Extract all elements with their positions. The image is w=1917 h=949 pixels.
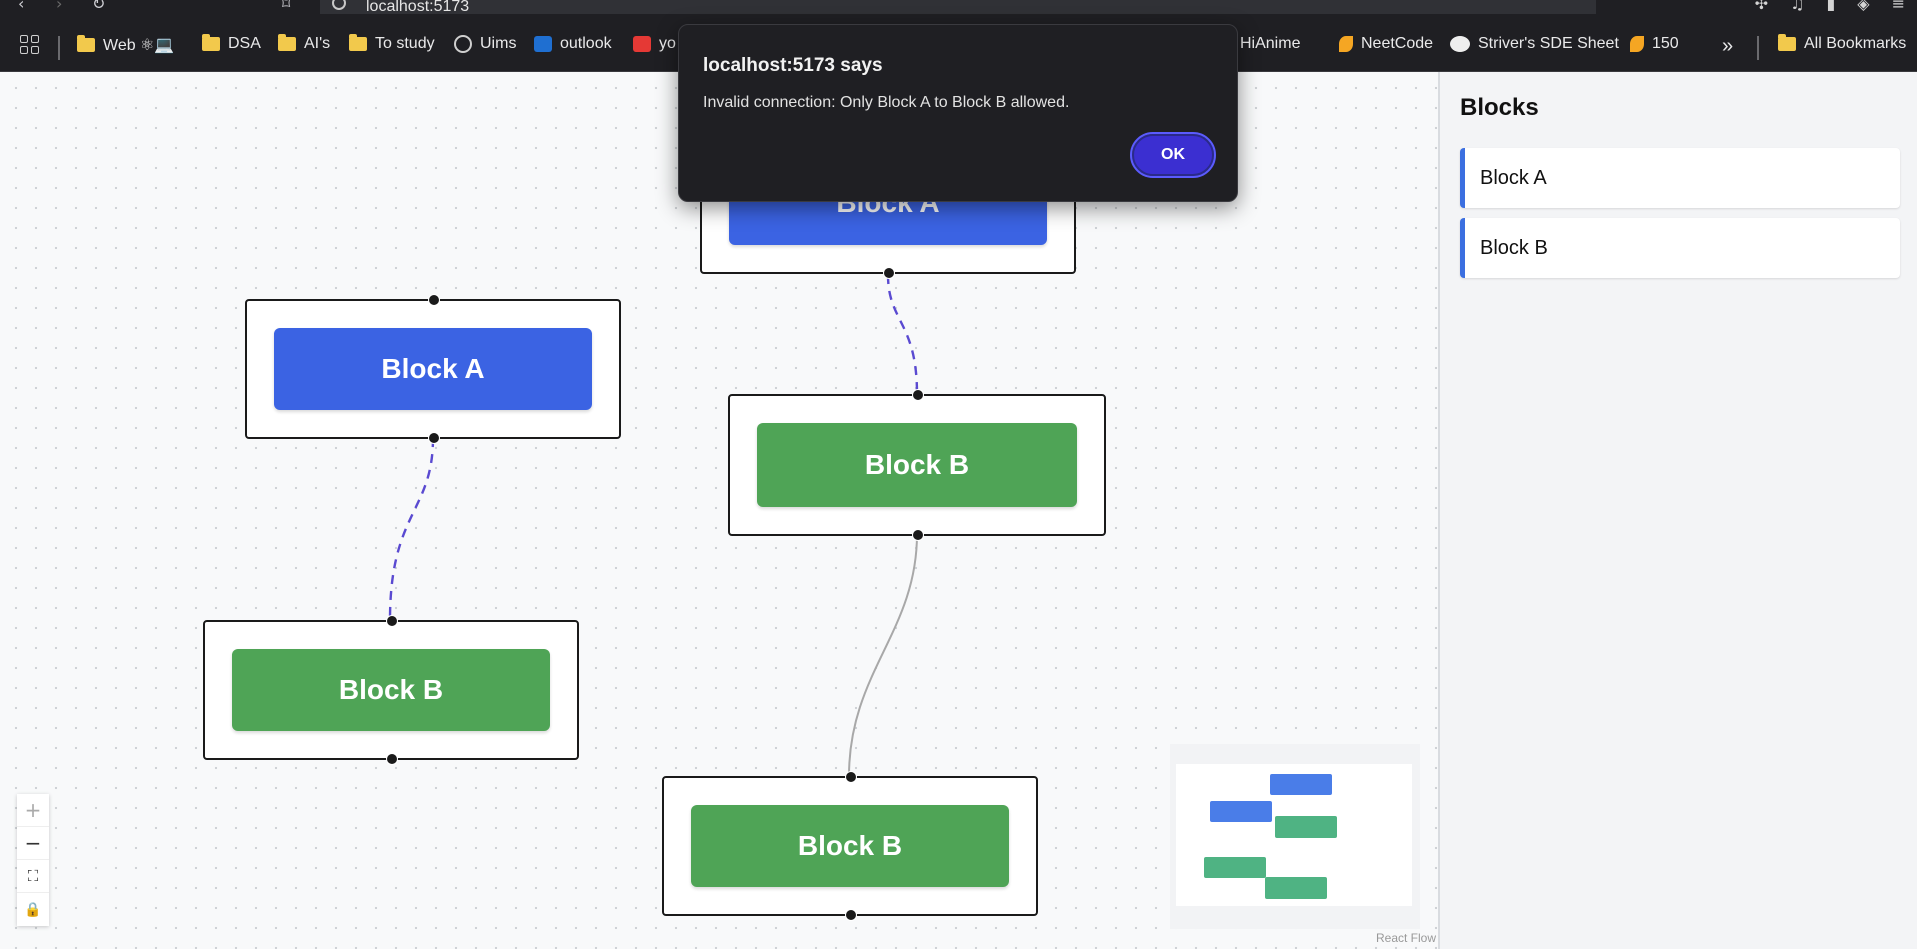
bookmarks-overflow-button[interactable]: » [1722,35,1733,58]
sidebar-item-block-b[interactable]: Block B [1460,218,1900,278]
source-handle[interactable] [883,267,895,279]
minimap-node [1210,801,1272,822]
apps-button[interactable] [20,35,39,54]
zoom-out-button[interactable]: − [17,827,49,860]
menu-icon[interactable]: ≡ [1892,0,1905,13]
apps-grid-icon [20,35,39,54]
block-a-node[interactable]: Block A [245,294,621,444]
source-handle[interactable] [845,909,857,921]
target-handle[interactable] [428,294,440,306]
minus-icon: − [24,831,42,855]
bookmark-150[interactable]: 150 [1630,35,1679,53]
minimap-node [1204,857,1266,878]
folder-icon [349,34,367,51]
neetcode-icon [1630,36,1644,52]
folder-icon [77,35,95,52]
block-b-node[interactable]: Block B [662,771,1038,921]
bookmark-uims[interactable]: Uims [454,35,516,53]
folder-icon [1778,34,1796,51]
minimap[interactable] [1170,744,1420,929]
source-handle[interactable] [428,432,440,444]
globe-icon [454,35,472,53]
extensions-icon[interactable]: ✣ [1755,0,1768,13]
block-b-label: Block B [757,423,1077,507]
bookmarks-divider [58,36,60,60]
lock-button[interactable]: 🔒 [17,893,49,926]
sidebar-icon[interactable]: ▮ [1826,0,1835,13]
bookmark-outlook[interactable]: outlook [534,35,612,53]
source-handle[interactable] [912,529,924,541]
minimap-node [1265,877,1327,899]
plus-icon: + [24,798,42,822]
reload-icon[interactable]: ↻ [92,0,105,13]
bookmark-striver-sheet[interactable]: Striver's SDE Sheet [1450,35,1619,53]
media-icon[interactable]: ♫ [1790,0,1804,13]
block-b-label: Block B [232,649,550,731]
alert-dialog: localhost:5173 says Invalid connection: … [678,24,1238,202]
browser-toolbar: ‹ › ↻ ⌑ localhost:5173 ✣ ♫ ▮ ◈ ≡ [0,0,1917,22]
youtube-icon [633,36,651,52]
dialog-title: localhost:5173 says [703,55,883,76]
block-b-node[interactable]: Block B [203,615,579,765]
bookmark-web[interactable]: Web ⚛💻 [77,35,174,55]
back-icon[interactable]: ‹ [18,0,24,13]
blocks-sidebar: Blocks Block A Block B [1438,72,1917,949]
forward-icon[interactable]: › [56,0,62,13]
block-b-label: Block B [691,805,1009,887]
app-root: Block A Block A Block B Block B Block B [0,72,1917,949]
bookmark-youtube[interactable]: yo [633,35,676,53]
minimap-node [1270,774,1332,795]
flow-controls: + − ⛶ 🔒 [17,794,49,926]
sidebar-item-block-a[interactable]: Block A [1460,148,1900,208]
tuf-icon [1450,36,1470,52]
edge-b-to-b[interactable] [848,533,918,777]
bookmark-dsa[interactable]: DSA [202,34,261,53]
bookmark-icon[interactable]: ⌑ [282,0,290,13]
bookmark-to-study[interactable]: To study [349,34,435,53]
outlook-icon [534,36,552,52]
minimap-node [1275,816,1337,838]
dialog-message: Invalid connection: Only Block A to Bloc… [703,94,1070,111]
bookmark-all-bookmarks[interactable]: All Bookmarks [1778,34,1906,53]
minimap-viewport [1176,764,1412,906]
target-handle[interactable] [386,615,398,627]
bookmark-neetcode[interactable]: NeetCode [1339,35,1433,53]
target-handle[interactable] [845,771,857,783]
folder-icon [202,34,220,51]
toolbar-icons: ✣ ♫ ▮ ◈ ≡ [1755,0,1905,13]
ok-button[interactable]: OK [1130,132,1216,178]
fit-view-button[interactable]: ⛶ [17,860,49,893]
block-a-label: Block A [274,328,592,410]
vpn-icon[interactable]: ◈ [1857,0,1869,13]
bookmarks-divider [1757,36,1759,60]
site-info-icon[interactable] [332,0,346,10]
block-b-node[interactable]: Block B [728,389,1106,541]
sidebar-title: Blocks [1460,94,1539,121]
edge-a-to-b-left[interactable] [388,437,435,621]
neetcode-icon [1339,36,1353,52]
source-handle[interactable] [386,753,398,765]
target-handle[interactable] [912,389,924,401]
lock-icon: 🔒 [24,901,42,918]
zoom-in-button[interactable]: + [17,794,49,827]
flow-canvas[interactable]: Block A Block A Block B Block B Block B [0,72,1438,949]
folder-icon [278,34,296,51]
fit-view-icon: ⛶ [27,867,39,885]
bookmark-ais[interactable]: AI's [278,34,330,53]
edge-a-to-b-center[interactable] [886,274,919,395]
react-flow-attribution[interactable]: React Flow [1376,931,1436,945]
